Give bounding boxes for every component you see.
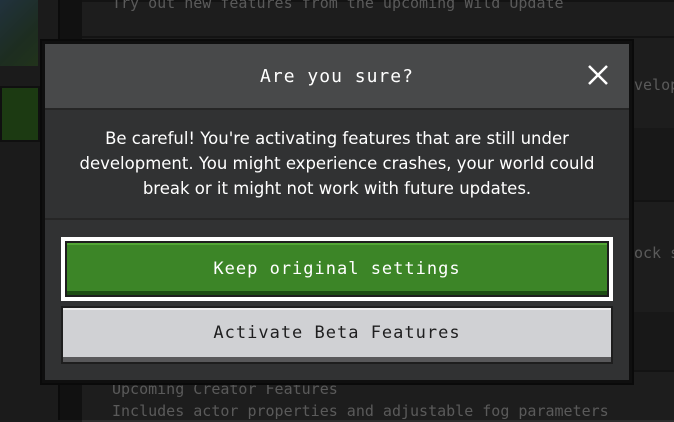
activate-beta-features-button[interactable]: Activate Beta Features — [61, 306, 613, 364]
dialog-title: Are you sure? — [260, 65, 414, 87]
dialog-panel: Are you sure? Be careful! You're activat… — [45, 44, 629, 380]
dialog-divider — [45, 218, 629, 220]
close-button[interactable] — [583, 60, 613, 90]
keep-original-settings-button[interactable]: Keep original settings — [65, 241, 609, 297]
confirm-dialog: Are you sure? Be careful! You're activat… — [40, 39, 634, 385]
primary-button-focus-ring: Keep original settings — [61, 237, 613, 301]
secondary-button-wrap: Activate Beta Features — [61, 306, 613, 364]
close-icon — [588, 65, 608, 85]
dialog-titlebar: Are you sure? — [45, 44, 629, 110]
dialog-message: Be careful! You're activating features t… — [79, 129, 595, 198]
